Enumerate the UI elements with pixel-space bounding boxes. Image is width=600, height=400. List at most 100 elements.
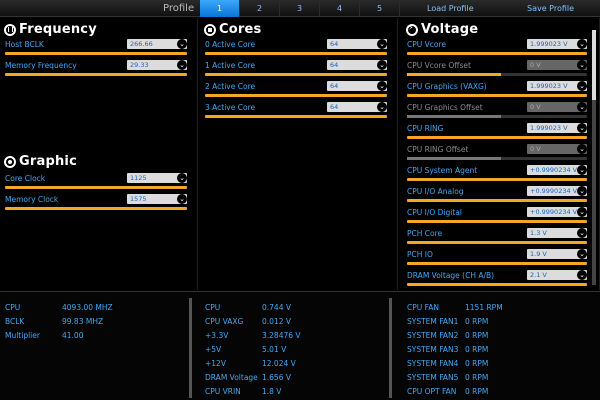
pch-io-field[interactable]: 1.9 V ⌄ bbox=[527, 249, 587, 259]
core-0-field[interactable]: 64 ⌄ bbox=[327, 39, 387, 49]
cpu-vcore-field[interactable]: 1.999023 V ⌄ bbox=[527, 39, 587, 49]
chevron-down-icon[interactable]: ⌄ bbox=[577, 39, 587, 49]
cpu-graphics-slider[interactable] bbox=[407, 94, 587, 97]
memory-clock-slider[interactable] bbox=[5, 207, 187, 210]
chevron-down-icon[interactable]: ⌄ bbox=[577, 165, 587, 175]
monitor-row: +3.3V 3.28476 V bbox=[205, 331, 301, 340]
chevron-down-icon[interactable]: ⌄ bbox=[377, 81, 387, 91]
cores-icon bbox=[204, 23, 216, 36]
freq-label: Host BCLK bbox=[5, 40, 44, 49]
chevron-down-icon[interactable]: ⌄ bbox=[177, 39, 187, 49]
chevron-down-icon[interactable]: ⌄ bbox=[577, 102, 587, 112]
core-2-slider[interactable] bbox=[205, 94, 387, 97]
cpu-vcore-offset-field[interactable]: 0 V ⌄ bbox=[527, 60, 587, 70]
cpu-ring-field[interactable]: 1.999023 V ⌄ bbox=[527, 123, 587, 133]
monitor-row: Multiplier 41.00 bbox=[5, 331, 84, 340]
tab-profile-3[interactable]: 3 bbox=[280, 0, 320, 17]
monitor-row: CPU FAN 1151 RPM bbox=[407, 303, 503, 312]
monitor-row: BCLK 99.83 MHZ bbox=[5, 317, 104, 326]
chevron-down-icon[interactable]: ⌄ bbox=[577, 207, 587, 217]
chevron-down-icon[interactable]: ⌄ bbox=[577, 228, 587, 238]
volt-label: CPU Graphics Offset bbox=[407, 103, 483, 112]
monitor-row: +12V 12.024 V bbox=[205, 359, 296, 368]
volt-row-dram-voltage: DRAM Voltage (CH A/B) 2.1 V ⌄ bbox=[407, 270, 587, 290]
volt-label: CPU System Agent bbox=[407, 166, 478, 175]
dram-voltage-slider[interactable] bbox=[407, 283, 587, 286]
core-2-field[interactable]: 64 ⌄ bbox=[327, 81, 387, 91]
volt-row-cpu-ring-offset: CPU RING Offset 0 V ⌄ bbox=[407, 144, 587, 164]
monitor-row: SYSTEM FAN3 0 RPM bbox=[407, 345, 489, 354]
cpu-graphics-field[interactable]: 1.999023 V ⌄ bbox=[527, 81, 587, 91]
memory-clock-field[interactable]: 1575 ⌄ bbox=[127, 194, 187, 204]
cpu-ring-slider[interactable] bbox=[407, 136, 587, 139]
cpu-ring-offset-field[interactable]: 0 V ⌄ bbox=[527, 144, 587, 154]
tab-profile-5[interactable]: 5 bbox=[360, 0, 400, 17]
core-label: 3 Active Core bbox=[205, 103, 256, 112]
chevron-down-icon[interactable]: ⌄ bbox=[377, 39, 387, 49]
pch-io-slider[interactable] bbox=[407, 262, 587, 265]
monitor-divider bbox=[189, 298, 192, 398]
profile-bar: Profile 1 2 3 4 5 Load Profile Save Prof… bbox=[0, 0, 600, 17]
host-bclk-slider[interactable] bbox=[5, 52, 187, 55]
chevron-down-icon[interactable]: ⌄ bbox=[177, 60, 187, 70]
load-profile-button[interactable]: Load Profile bbox=[427, 4, 474, 13]
monitor-row: SYSTEM FAN4 0 RPM bbox=[407, 359, 489, 368]
volt-label: CPU I/O Digital bbox=[407, 208, 462, 217]
core-1-field[interactable]: 64 ⌄ bbox=[327, 60, 387, 70]
frequency-graphic-panel: Frequency Host BCLK 266.66 ⌄ Memory Freq… bbox=[0, 18, 198, 290]
core-3-slider[interactable] bbox=[205, 115, 387, 118]
tab-profile-1[interactable]: 1 bbox=[200, 0, 240, 17]
volt-label: PCH Core bbox=[407, 229, 443, 238]
save-profile-button[interactable]: Save Profile bbox=[527, 4, 574, 13]
chevron-down-icon[interactable]: ⌄ bbox=[577, 186, 587, 196]
chevron-down-icon[interactable]: ⌄ bbox=[377, 60, 387, 70]
voltage-monitor: CPU 0.744 V CPU VAXG 0.012 V +3.3V 3.28476 … bbox=[205, 303, 301, 400]
cpu-vcore-slider[interactable] bbox=[407, 52, 587, 55]
cpu-system-agent-slider[interactable] bbox=[407, 178, 587, 181]
tab-profile-4[interactable]: 4 bbox=[320, 0, 360, 17]
chevron-down-icon[interactable]: ⌄ bbox=[377, 102, 387, 112]
core-3-field[interactable]: 64 ⌄ bbox=[327, 102, 387, 112]
dram-voltage-field[interactable]: 2.1 V ⌄ bbox=[527, 270, 587, 280]
core-0-slider[interactable] bbox=[205, 52, 387, 55]
chevron-down-icon[interactable]: ⌄ bbox=[577, 270, 587, 280]
cpu-graphics-offset-slider[interactable] bbox=[407, 115, 587, 118]
chevron-down-icon[interactable]: ⌄ bbox=[177, 194, 187, 204]
chevron-down-icon[interactable]: ⌄ bbox=[577, 81, 587, 91]
volt-label: PCH IO bbox=[407, 250, 433, 259]
core-1-slider[interactable] bbox=[205, 73, 387, 76]
chevron-down-icon[interactable]: ⌄ bbox=[577, 60, 587, 70]
memory-frequency-field[interactable]: 29.33 ⌄ bbox=[127, 60, 187, 70]
cpu-io-analog-slider[interactable] bbox=[407, 199, 587, 202]
chevron-down-icon[interactable]: ⌄ bbox=[577, 249, 587, 259]
scrollbar-thumb[interactable] bbox=[592, 30, 596, 100]
host-bclk-field[interactable]: 266.66 ⌄ bbox=[127, 39, 187, 49]
core-clock-slider[interactable] bbox=[5, 186, 187, 189]
cpu-ring-offset-slider[interactable] bbox=[407, 157, 587, 160]
volt-row-cpu-graphics: CPU Graphics (VAXG) 1.999023 V ⌄ bbox=[407, 81, 587, 101]
cpu-io-digital-field[interactable]: +0.9990234 V ⌄ bbox=[527, 207, 587, 217]
pch-core-field[interactable]: 1.3 V ⌄ bbox=[527, 228, 587, 238]
cpu-io-analog-field[interactable]: +0.9990234 V ⌄ bbox=[527, 186, 587, 196]
monitor-row: DRAM Voltage 1.656 V bbox=[205, 373, 291, 382]
monitor-row: CPU 4093.00 MHZ bbox=[5, 303, 113, 312]
freq-label: Memory Frequency bbox=[5, 61, 77, 70]
graphic-icon bbox=[4, 155, 16, 168]
cpu-io-digital-slider[interactable] bbox=[407, 220, 587, 223]
core-clock-field[interactable]: 1125 ⌄ bbox=[127, 173, 187, 183]
volt-label: CPU Vcore Offset bbox=[407, 61, 471, 70]
chevron-down-icon[interactable]: ⌄ bbox=[177, 173, 187, 183]
pch-core-slider[interactable] bbox=[407, 241, 587, 244]
memory-frequency-slider[interactable] bbox=[5, 73, 187, 76]
tab-profile-2[interactable]: 2 bbox=[240, 0, 280, 17]
gfx-row-memory-clock: Memory Clock 1575 ⌄ bbox=[5, 194, 187, 214]
cpu-vcore-offset-slider[interactable] bbox=[407, 73, 587, 76]
volt-row-cpu-ring: CPU RING 1.999023 V ⌄ bbox=[407, 123, 587, 143]
cpu-graphics-offset-field[interactable]: 0 V ⌄ bbox=[527, 102, 587, 112]
cpu-system-agent-field[interactable]: +0.9990234 V ⌄ bbox=[527, 165, 587, 175]
chevron-down-icon[interactable]: ⌄ bbox=[577, 123, 587, 133]
freq-row-host-bclk: Host BCLK 266.66 ⌄ bbox=[5, 39, 187, 59]
voltage-scrollbar[interactable] bbox=[592, 30, 596, 285]
chevron-down-icon[interactable]: ⌄ bbox=[577, 144, 587, 154]
frequency-icon bbox=[4, 23, 16, 36]
